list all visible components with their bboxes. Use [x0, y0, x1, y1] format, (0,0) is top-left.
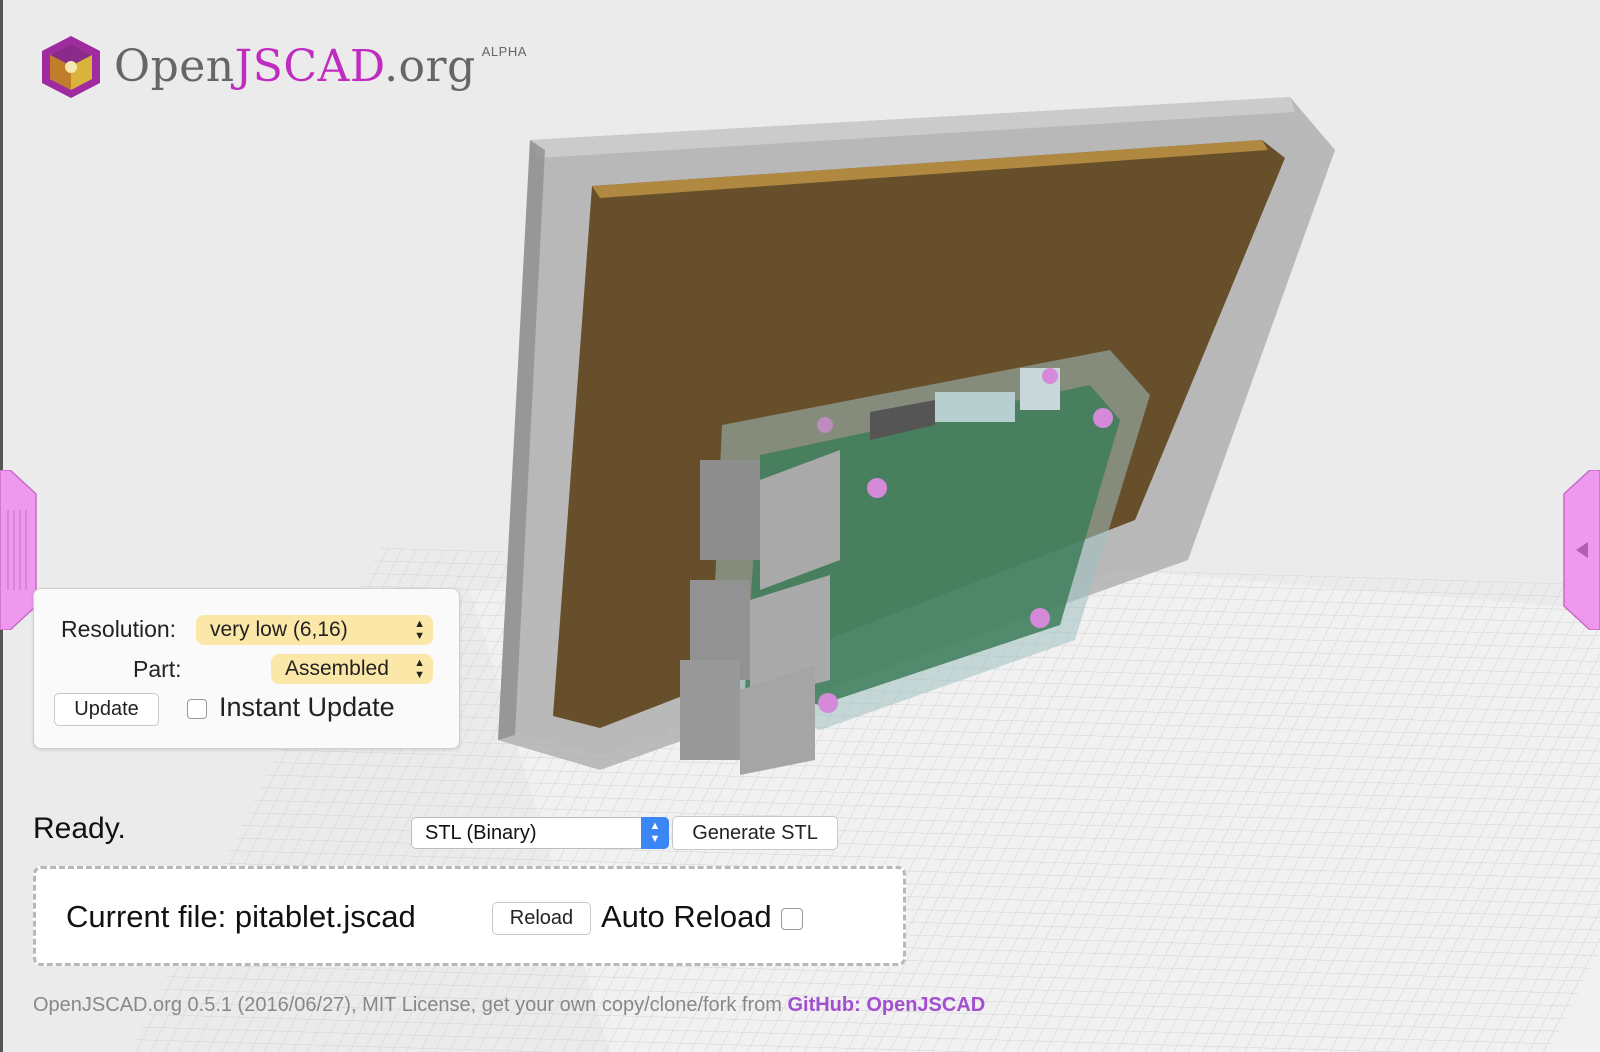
- update-button[interactable]: Update: [54, 693, 159, 726]
- file-drop-area[interactable]: Current file: pitablet.jscad Reload Auto…: [33, 866, 906, 966]
- footer-text: OpenJSCAD.org 0.5.1 (2016/06/27), MIT Li…: [33, 994, 788, 1016]
- footer: OpenJSCAD.org 0.5.1 (2016/06/27), MIT Li…: [33, 994, 985, 1017]
- resolution-label: Resolution:: [61, 616, 177, 642]
- generate-stl-button[interactable]: Generate STL: [672, 816, 838, 850]
- openjscad-logo-icon: [42, 36, 100, 98]
- part-label: Part:: [133, 656, 182, 682]
- logo[interactable]: OpenJSCAD.org ALPHA: [38, 34, 527, 100]
- right-panel-toggle[interactable]: [1562, 470, 1600, 630]
- auto-reload-checkbox[interactable]: [781, 908, 803, 930]
- resolution-value: very low (6,16): [210, 618, 348, 641]
- auto-reload-label: Auto Reload: [601, 899, 772, 934]
- resolution-select[interactable]: very low (6,16) ▲ ▼: [196, 615, 433, 645]
- instant-update-checkbox[interactable]: [187, 699, 207, 719]
- logo-text: OpenJSCAD.org: [114, 41, 476, 92]
- logo-alpha-tag: ALPHA: [481, 44, 527, 59]
- status-text: Ready.: [33, 812, 126, 845]
- export-format-select[interactable]: STL (Binary) ▲ ▼: [411, 817, 669, 849]
- select-arrows-icon: ▲ ▼: [414, 618, 425, 642]
- reload-button[interactable]: Reload: [492, 902, 591, 935]
- export-format-value: STL (Binary): [425, 822, 537, 844]
- parameters-panel: Resolution: very low (6,16) ▲ ▼ Part: Ass…: [33, 588, 460, 749]
- part-value: Assembled: [285, 657, 389, 680]
- select-stepper-icon: ▲ ▼: [641, 817, 669, 849]
- instant-update-label: Instant Update: [219, 692, 395, 722]
- select-arrows-icon: ▲ ▼: [414, 657, 425, 681]
- github-link[interactable]: GitHub: OpenJSCAD: [787, 994, 985, 1016]
- part-select[interactable]: Assembled ▲ ▼: [271, 654, 433, 684]
- current-file-label: Current file: pitablet.jscad: [66, 899, 416, 934]
